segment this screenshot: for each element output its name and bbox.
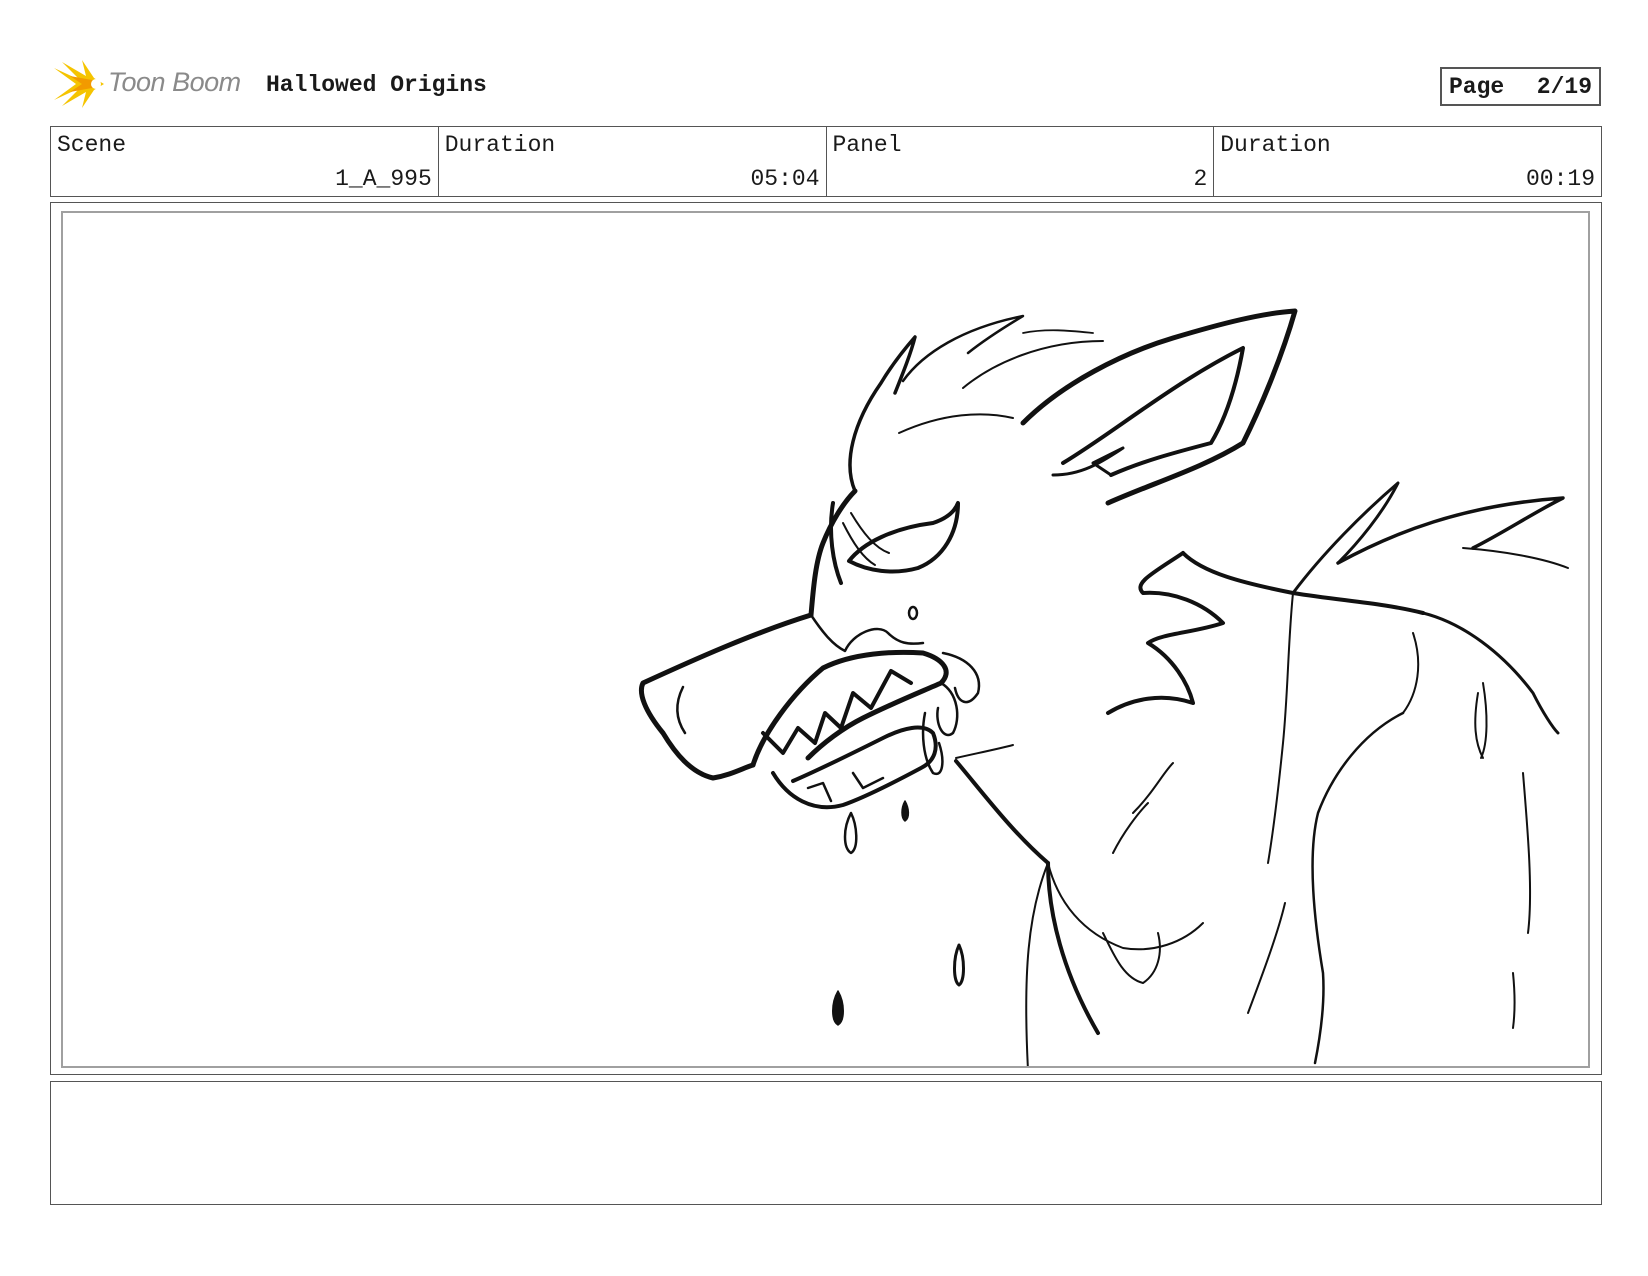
toon-boom-logo: Toon Boom	[52, 58, 252, 112]
scene-duration-cell: Duration 05:04	[439, 127, 827, 196]
starburst-icon	[54, 60, 104, 108]
panel-duration-label: Duration	[1220, 132, 1331, 158]
scene-duration-value: 05:04	[750, 166, 820, 192]
scene-cell: Scene 1_A_995	[51, 127, 439, 196]
werewolf-sketch	[638, 308, 1569, 1066]
page-indicator: Page 2/19	[1440, 67, 1601, 106]
panel-duration-value: 00:19	[1525, 166, 1595, 192]
panel-cell: Panel 2	[827, 127, 1215, 196]
scene-value: 1_A_995	[335, 166, 432, 192]
panel-duration-cell: Duration 00:19	[1214, 127, 1601, 196]
panel-label: Panel	[832, 132, 902, 158]
scene-duration-label: Duration	[444, 132, 556, 158]
logo-wordmark: Toon Boom	[108, 67, 241, 97]
scene-info-table: Scene 1_A_995 Duration 05:04 Panel 2 Dur…	[50, 126, 1602, 197]
project-title: Hallowed Origins	[266, 72, 487, 98]
page-number: 2/19	[1536, 73, 1592, 100]
page-label: Page	[1449, 73, 1505, 100]
panel-notes-box	[50, 1081, 1602, 1205]
storyboard-panel	[50, 202, 1602, 1075]
panel-value: 2	[1193, 166, 1208, 192]
panel-frame	[61, 211, 1590, 1068]
scene-label: Scene	[57, 132, 127, 158]
